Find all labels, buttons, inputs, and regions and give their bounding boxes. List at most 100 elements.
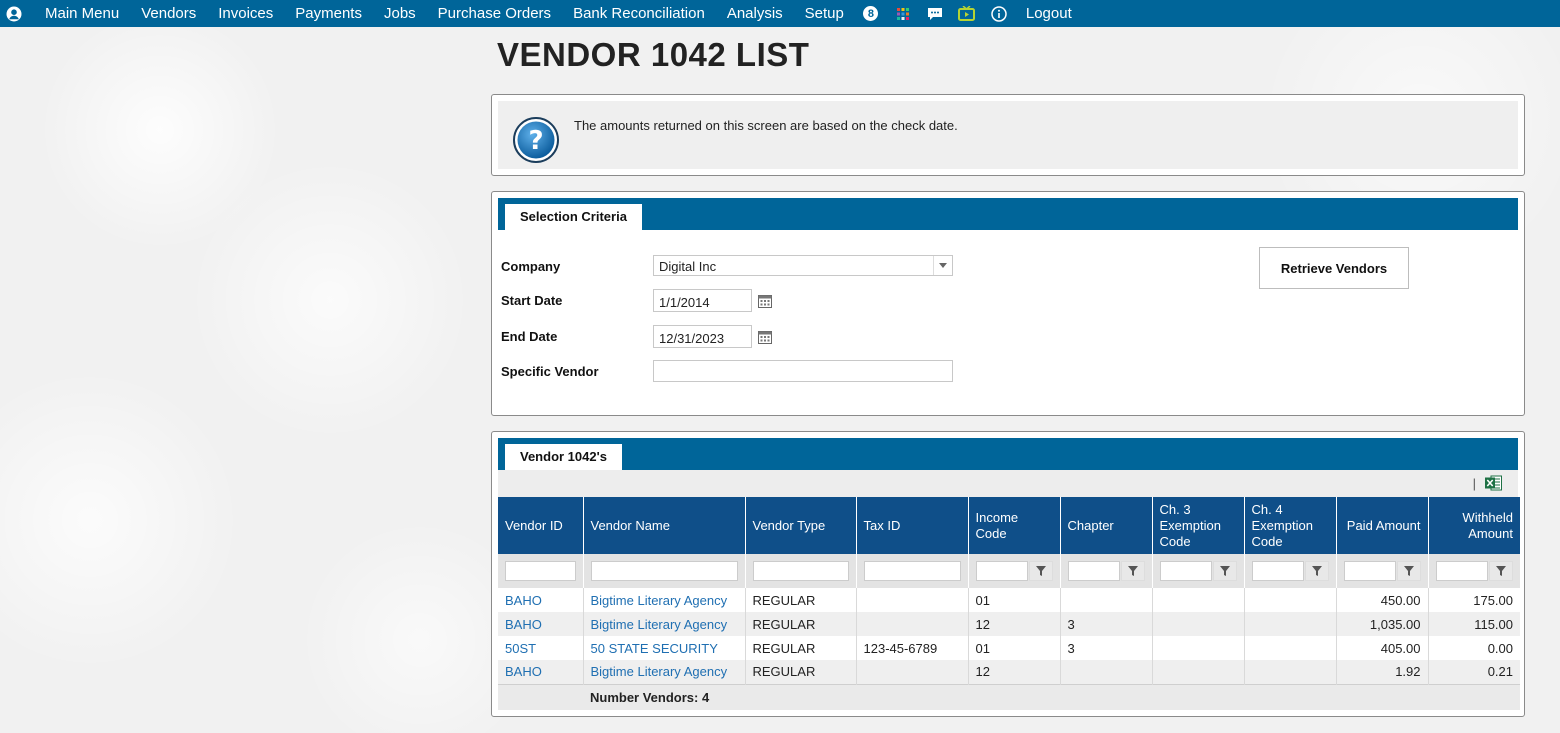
vendor-id-link[interactable]: BAHO — [505, 664, 542, 679]
help-icon: ? — [512, 116, 560, 164]
income-code-cell: 12 — [968, 660, 1061, 684]
column-header[interactable]: Ch. 3 Exemption Code — [1152, 497, 1245, 554]
criteria-tabbar: Selection Criteria — [498, 198, 1518, 230]
filter-icon[interactable] — [1213, 561, 1237, 581]
start-date-input[interactable]: 1/1/2014 — [653, 289, 752, 312]
income-code-cell: 01 — [968, 588, 1061, 612]
vendor-name-link[interactable]: Bigtime Literary Agency — [591, 664, 728, 679]
filter-input[interactable] — [863, 561, 961, 581]
nav-logout[interactable]: Logout — [1015, 0, 1083, 27]
filter-input[interactable] — [975, 561, 1029, 581]
vendor-name-link[interactable]: Bigtime Literary Agency — [591, 593, 728, 608]
withheld-amount-cell: 175.00 — [1428, 588, 1520, 612]
retrieve-vendors-button[interactable]: Retrieve Vendors — [1259, 247, 1409, 289]
vendor-type-cell: REGULAR — [745, 636, 857, 660]
nav-vendors[interactable]: Vendors — [130, 0, 207, 27]
info-panel: ? The amounts returned on this screen ar… — [491, 94, 1525, 176]
tv-icon[interactable] — [953, 0, 981, 27]
apps-grid-icon[interactable] — [889, 0, 917, 27]
company-label: Company — [501, 259, 561, 274]
table-row: BAHO Bigtime Literary Agency REGULAR 12 … — [498, 612, 1520, 636]
excel-export-icon[interactable] — [1485, 475, 1502, 491]
filter-icon[interactable] — [1121, 561, 1145, 581]
filter-icon[interactable] — [1489, 561, 1513, 581]
nav-bank-reconciliation[interactable]: Bank Reconciliation — [562, 0, 716, 27]
filter-input[interactable] — [1435, 561, 1489, 581]
company-select-value: Digital Inc — [659, 259, 717, 274]
vendor-type-cell: REGULAR — [745, 612, 857, 636]
info-box: ? The amounts returned on this screen ar… — [498, 101, 1518, 169]
vendor-name-link[interactable]: Bigtime Literary Agency — [591, 617, 728, 632]
nav-analysis[interactable]: Analysis — [716, 0, 794, 27]
end-date-input[interactable]: 12/31/2023 — [653, 325, 752, 348]
vendor-grid: Vendor ID Vendor Name Vendor Type Tax ID… — [498, 497, 1521, 710]
chat-icon[interactable] — [921, 0, 949, 27]
table-row: BAHO Bigtime Literary Agency REGULAR 12 … — [498, 660, 1520, 684]
grid-footer-row: Number Vendors: 4 — [498, 683, 1520, 710]
nav-purchase-orders[interactable]: Purchase Orders — [427, 0, 562, 27]
filter-icon[interactable] — [1397, 561, 1421, 581]
withheld-amount-cell: 0.21 — [1428, 660, 1520, 684]
vendor-id-link[interactable]: BAHO — [505, 593, 542, 608]
column-header[interactable]: Vendor Name — [583, 497, 746, 554]
nav-setup[interactable]: Setup — [794, 0, 855, 27]
withheld-amount-cell: 115.00 — [1428, 612, 1520, 636]
nav-main-menu[interactable]: Main Menu — [36, 0, 130, 27]
filter-icon[interactable] — [1029, 561, 1053, 581]
vendor-id-link[interactable]: 50ST — [505, 641, 536, 656]
chevron-down-icon[interactable] — [933, 256, 952, 275]
specific-vendor-label: Specific Vendor — [501, 364, 599, 379]
nav-jobs[interactable]: Jobs — [373, 0, 427, 27]
filter-input[interactable] — [1067, 561, 1121, 581]
chapter-cell — [1060, 588, 1153, 612]
column-header[interactable]: Paid Amount — [1336, 497, 1429, 554]
table-row: BAHO Bigtime Literary Agency REGULAR 01 … — [498, 588, 1520, 612]
tab-selection-criteria[interactable]: Selection Criteria — [505, 204, 642, 230]
column-header[interactable]: Ch. 4 Exemption Code — [1244, 497, 1337, 554]
badge-icon[interactable]: 8 — [857, 0, 885, 27]
info-icon[interactable] — [985, 0, 1013, 27]
filter-input[interactable] — [1251, 561, 1305, 581]
ch4-exemption-cell — [1244, 612, 1337, 636]
grid-filter-row — [498, 554, 1521, 588]
chapter-cell — [1060, 660, 1153, 684]
withheld-amount-cell: 0.00 — [1428, 636, 1520, 660]
tax-id-cell — [856, 660, 969, 684]
filter-input[interactable] — [505, 561, 576, 581]
info-message: The amounts returned on this screen are … — [574, 118, 958, 133]
specific-vendor-input[interactable] — [653, 360, 953, 382]
vendor-name-link[interactable]: 50 STATE SECURITY — [591, 641, 718, 656]
column-header[interactable]: Income Code — [968, 497, 1061, 554]
svg-text:?: ? — [528, 126, 543, 156]
paid-amount-cell: 1,035.00 — [1336, 612, 1429, 636]
filter-input[interactable] — [752, 561, 849, 581]
filter-input[interactable] — [1159, 561, 1213, 581]
calendar-icon[interactable] — [758, 330, 772, 344]
chapter-cell: 3 — [1060, 612, 1153, 636]
income-code-cell: 12 — [968, 612, 1061, 636]
ch4-exemption-cell — [1244, 660, 1337, 684]
company-select[interactable]: Digital Inc — [653, 255, 953, 276]
list-tabbar: Vendor 1042's — [498, 438, 1518, 470]
chapter-cell: 3 — [1060, 636, 1153, 660]
filter-input[interactable] — [590, 561, 738, 581]
column-header[interactable]: Withheld Amount — [1428, 497, 1520, 554]
column-header[interactable]: Vendor Type — [745, 497, 857, 554]
filter-input[interactable] — [1343, 561, 1397, 581]
tab-vendor-1042s[interactable]: Vendor 1042's — [505, 444, 622, 470]
vendor-count: Number Vendors: 4 — [583, 683, 1520, 710]
calendar-icon[interactable] — [758, 294, 772, 308]
tax-id-cell — [856, 612, 969, 636]
start-date-label: Start Date — [501, 293, 563, 308]
column-header[interactable]: Vendor ID — [498, 497, 584, 554]
user-icon[interactable] — [6, 6, 22, 22]
ch3-exemption-cell — [1152, 660, 1245, 684]
vendor-type-cell: REGULAR — [745, 660, 857, 684]
vendor-id-link[interactable]: BAHO — [505, 617, 542, 632]
toolbar-separator: | — [1472, 476, 1476, 491]
column-header[interactable]: Tax ID — [856, 497, 969, 554]
nav-invoices[interactable]: Invoices — [207, 0, 284, 27]
filter-icon[interactable] — [1305, 561, 1329, 581]
column-header[interactable]: Chapter — [1060, 497, 1153, 554]
nav-payments[interactable]: Payments — [284, 0, 373, 27]
